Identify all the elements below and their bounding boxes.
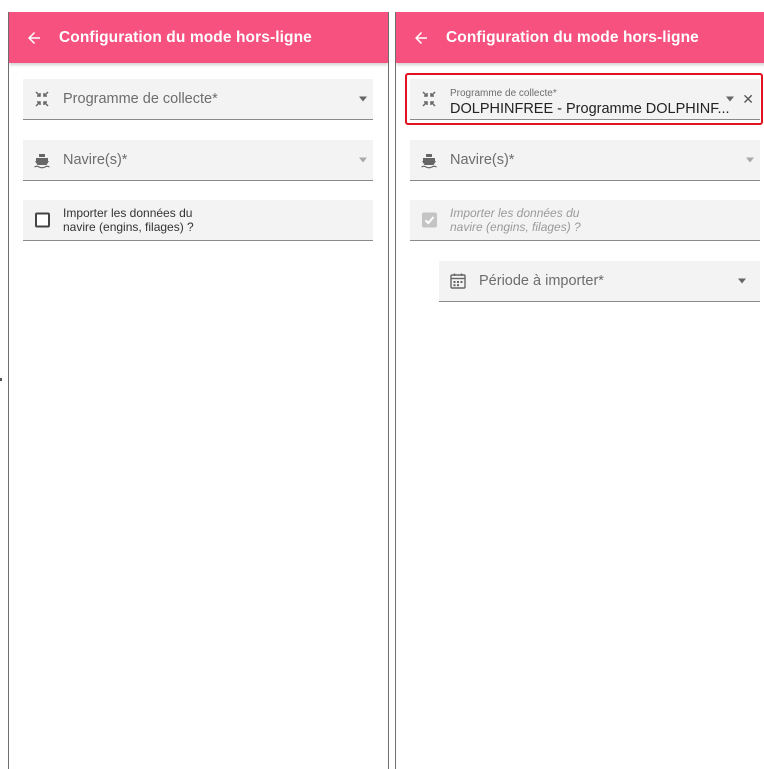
chevron-down-icon[interactable]: [738, 278, 746, 284]
import-label-line2: navire (engins, filages) ?: [450, 220, 581, 234]
compress-icon: [33, 90, 51, 108]
import-vessel-data-option: Importer les données du navire (engins, …: [23, 200, 373, 241]
period-label: Période à importer*: [479, 273, 604, 289]
import-label-line1: Importer les données du: [63, 206, 193, 220]
program-select[interactable]: Programme de collecte*: [23, 79, 373, 120]
back-button[interactable]: [9, 12, 59, 63]
offline-config-panel-initial: Configuration du mode hors-ligne Program…: [8, 12, 389, 769]
toolbar: Configuration du mode hors-ligne: [9, 12, 388, 63]
page-title: Configuration du mode hors-ligne: [446, 28, 699, 46]
toolbar: Configuration du mode hors-ligne: [396, 12, 764, 63]
period-select[interactable]: Période à importer*: [439, 261, 760, 302]
import-label-line2: navire (engins, filages) ?: [63, 220, 194, 234]
import-vessel-data-checkbox[interactable]: [35, 212, 50, 228]
arrow-back-icon: [415, 31, 427, 44]
boat-icon: [420, 151, 438, 169]
arrow-back-icon: [28, 31, 40, 44]
edge-mark: [0, 378, 2, 381]
vessel-select[interactable]: Navire(s)*: [410, 140, 760, 181]
back-button[interactable]: [396, 12, 446, 63]
vessel-select[interactable]: Navire(s)*: [23, 140, 373, 181]
program-label: Programme de collecte*: [63, 91, 218, 107]
chevron-down-icon[interactable]: [359, 96, 367, 102]
offline-config-panel-selected: Configuration du mode hors-ligne Program…: [395, 12, 764, 769]
selection-highlight: [405, 73, 763, 125]
import-vessel-data-option: Importer les données du navire (engins, …: [410, 200, 760, 241]
import-vessel-data-checkbox[interactable]: [422, 212, 437, 228]
chevron-down-icon[interactable]: [746, 157, 754, 163]
import-vessel-data-label: Importer les données du navire (engins, …: [450, 206, 581, 234]
import-label-line1: Importer les données du: [450, 206, 580, 220]
vessel-label: Navire(s)*: [450, 152, 515, 168]
page-title: Configuration du mode hors-ligne: [59, 28, 312, 46]
boat-icon: [33, 151, 51, 169]
chevron-down-icon[interactable]: [359, 157, 367, 163]
vessel-label: Navire(s)*: [63, 152, 128, 168]
import-vessel-data-label: Importer les données du navire (engins, …: [63, 206, 194, 234]
check-icon: [424, 216, 435, 225]
calendar-icon: [449, 272, 467, 290]
